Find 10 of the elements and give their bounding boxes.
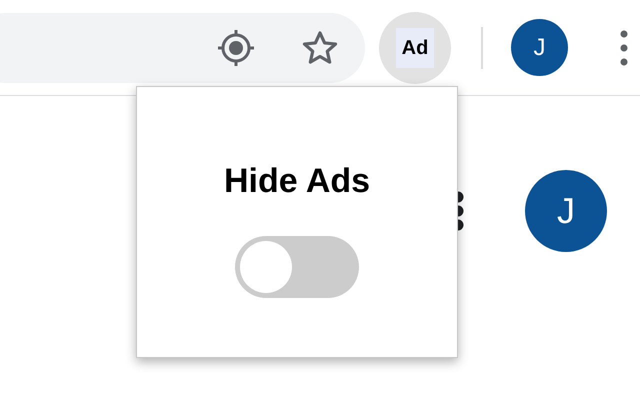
profile-avatar[interactable]: J xyxy=(511,19,568,76)
menu-icon[interactable] xyxy=(620,30,628,66)
popup-title: Hide Ads xyxy=(224,161,370,201)
user-avatar[interactable]: J xyxy=(525,170,607,252)
toggle-thumb[interactable] xyxy=(240,241,292,293)
extension-button[interactable]: Ad xyxy=(379,12,451,84)
ad-badge: Ad xyxy=(396,28,434,68)
location-target-icon[interactable] xyxy=(217,28,255,66)
address-bar[interactable] xyxy=(0,12,365,82)
star-icon[interactable] xyxy=(301,28,339,66)
